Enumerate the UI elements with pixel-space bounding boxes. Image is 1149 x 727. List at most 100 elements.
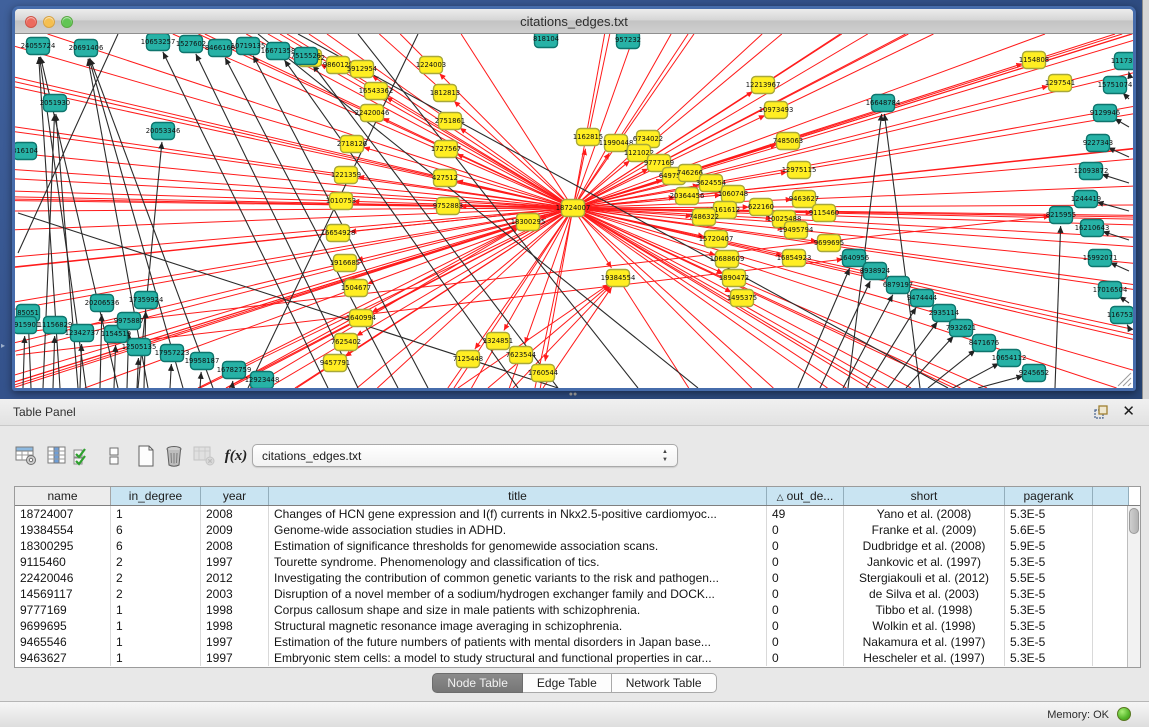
graph-node[interactable]: 8471676: [969, 335, 999, 352]
graph-node[interactable]: 12975115: [782, 162, 817, 179]
table-row[interactable]: 1830029562008Estimation of significance …: [15, 538, 1127, 554]
column-header-in_degree[interactable]: in_degree: [111, 487, 201, 505]
float-panel-icon[interactable]: [1094, 405, 1109, 420]
cell-short[interactable]: Dudbridge et al. (2008): [844, 538, 1005, 554]
cell-name[interactable]: 18724007: [15, 506, 111, 522]
cell-out_de[interactable]: 0: [767, 602, 844, 618]
graph-node[interactable]: 9752883: [433, 198, 463, 215]
close-panel-icon[interactable]: ✕: [1122, 402, 1135, 420]
cell-out_de[interactable]: 0: [767, 570, 844, 586]
cell-short[interactable]: Tibbo et al. (1998): [844, 602, 1005, 618]
cell-title[interactable]: Structural magnetic resonance image aver…: [269, 618, 767, 634]
graph-node[interactable]: 1167533: [1107, 307, 1133, 324]
cell-year[interactable]: 1997: [201, 554, 269, 570]
cell-year[interactable]: 2003: [201, 586, 269, 602]
cell-name[interactable]: 9465546: [15, 634, 111, 650]
graph-node[interactable]: 15751074: [1098, 77, 1133, 94]
cell-pagerank[interactable]: 5.3E-5: [1005, 554, 1093, 570]
table-mode-icon[interactable]: [12, 442, 40, 470]
graph-node[interactable]: 957232: [615, 34, 641, 49]
table-row[interactable]: 2242004622012Investigating the contribut…: [15, 570, 1127, 586]
graph-node[interactable]: 1727567: [431, 141, 461, 158]
graph-node[interactable]: 9227343: [1083, 135, 1113, 152]
cell-pagerank[interactable]: 5.3E-5: [1005, 618, 1093, 634]
graph-node[interactable]: 12093872: [1074, 163, 1109, 180]
cell-year[interactable]: 2009: [201, 522, 269, 538]
graph-node[interactable]: 8938924: [860, 263, 890, 280]
graph-node[interactable]: 1221359: [331, 167, 361, 184]
graph-node[interactable]: 20053346: [146, 123, 181, 140]
panel-collapse-arrow[interactable]: ▸: [1, 341, 5, 350]
cell-short[interactable]: Stergiakouli et al. (2012): [844, 570, 1005, 586]
cell-title[interactable]: Investigating the contribution of common…: [269, 570, 767, 586]
show-columns-icon[interactable]: [43, 442, 71, 470]
graph-node[interactable]: 1060748: [718, 186, 748, 203]
graph-node[interactable]: 1890472: [719, 270, 749, 287]
cell-out_de[interactable]: 0: [767, 538, 844, 554]
column-header-out_de[interactable]: △out_de...: [767, 487, 844, 505]
table-row[interactable]: 1456911722003Disruption of a novel membe…: [15, 586, 1127, 602]
graph-node[interactable]: 20691406: [69, 40, 104, 57]
cell-title[interactable]: Estimation of the future numbers of pati…: [269, 634, 767, 650]
canvas-resize-grip[interactable]: [1118, 373, 1131, 386]
graph-node[interactable]: 10688609: [710, 251, 745, 268]
graph-node[interactable]: 1297541: [1045, 75, 1075, 92]
graph-node[interactable]: 16648784: [866, 95, 901, 112]
tab-node-table[interactable]: Node Table: [432, 673, 523, 693]
graph-node[interactable]: 15720407: [699, 231, 734, 248]
graph-node[interactable]: 2051930: [40, 95, 70, 112]
cell-name[interactable]: 9777169: [15, 602, 111, 618]
cell-in_degree[interactable]: 2: [111, 554, 201, 570]
graph-node[interactable]: 1244419: [1071, 191, 1101, 208]
graph-node[interactable]: 1154808: [1019, 52, 1049, 69]
graph-node[interactable]: 19958187: [185, 353, 220, 370]
cell-name[interactable]: 19384554: [15, 522, 111, 538]
graph-node[interactable]: 2751861: [435, 113, 465, 130]
cell-pagerank[interactable]: 5.6E-5: [1005, 522, 1093, 538]
table-row[interactable]: 946554611997Estimation of the future num…: [15, 634, 1127, 650]
table-row[interactable]: 977716911998Corpus callosum shape and si…: [15, 602, 1127, 618]
graph-node[interactable]: 3915901: [15, 317, 40, 334]
graph-node[interactable]: 8215955: [1046, 207, 1076, 224]
cell-year[interactable]: 2008: [201, 538, 269, 554]
cell-name[interactable]: 9115460: [15, 554, 111, 570]
cell-short[interactable]: de Silva et al. (2003): [844, 586, 1005, 602]
delete-column-icon[interactable]: [160, 442, 188, 470]
cell-pagerank[interactable]: 5.3E-5: [1005, 634, 1093, 650]
graph-node[interactable]: 9245652: [1019, 365, 1049, 382]
graph-node[interactable]: 622160: [748, 199, 774, 216]
cell-title[interactable]: Corpus callosum shape and size in male p…: [269, 602, 767, 618]
table-row[interactable]: 969969511998Structural magnetic resonanc…: [15, 618, 1127, 634]
splitter-handle[interactable]: ●●: [566, 392, 580, 398]
network-canvas[interactable]: 1872400718300295193845547663822986012859…: [15, 34, 1133, 388]
table-row[interactable]: 1872400712008Changes of HCN gene express…: [15, 506, 1127, 522]
cell-out_de[interactable]: 0: [767, 554, 844, 570]
cell-title[interactable]: Genome-wide association studies in ADHD.: [269, 522, 767, 538]
cell-pagerank[interactable]: 5.3E-5: [1005, 602, 1093, 618]
graph-node[interactable]: 10653257: [141, 34, 176, 51]
cell-year[interactable]: 1997: [201, 634, 269, 650]
graph-node[interactable]: 7515526: [291, 48, 321, 65]
cell-year[interactable]: 1998: [201, 618, 269, 634]
column-header-name[interactable]: name: [15, 487, 111, 505]
cell-title[interactable]: Disruption of a novel member of a sodium…: [269, 586, 767, 602]
row-height-icon[interactable]: [100, 442, 128, 470]
cell-name[interactable]: 14569117: [15, 586, 111, 602]
cell-pagerank[interactable]: 5.3E-5: [1005, 586, 1093, 602]
cell-year[interactable]: 2008: [201, 506, 269, 522]
cell-short[interactable]: Nakamura et al. (1997): [844, 634, 1005, 650]
cell-title[interactable]: Estimation of significance thresholds fo…: [269, 538, 767, 554]
cell-out_de[interactable]: 0: [767, 650, 844, 666]
graph-node[interactable]: 17359924: [129, 292, 164, 309]
network-window-titlebar[interactable]: citations_edges.txt: [15, 9, 1133, 34]
cell-short[interactable]: Wolkin et al. (1998): [844, 618, 1005, 634]
cell-year[interactable]: 1997: [201, 650, 269, 666]
graph-node[interactable]: 2718126: [337, 136, 367, 153]
graph-node[interactable]: 24055724: [21, 38, 56, 55]
graph-node[interactable]: 7932621: [946, 320, 976, 337]
cell-pagerank[interactable]: 5.9E-5: [1005, 538, 1093, 554]
cell-name[interactable]: 9699695: [15, 618, 111, 634]
memory-status-indicator[interactable]: [1117, 707, 1131, 721]
cell-in_degree[interactable]: 2: [111, 586, 201, 602]
graph-node[interactable]: 7485063: [773, 133, 803, 150]
